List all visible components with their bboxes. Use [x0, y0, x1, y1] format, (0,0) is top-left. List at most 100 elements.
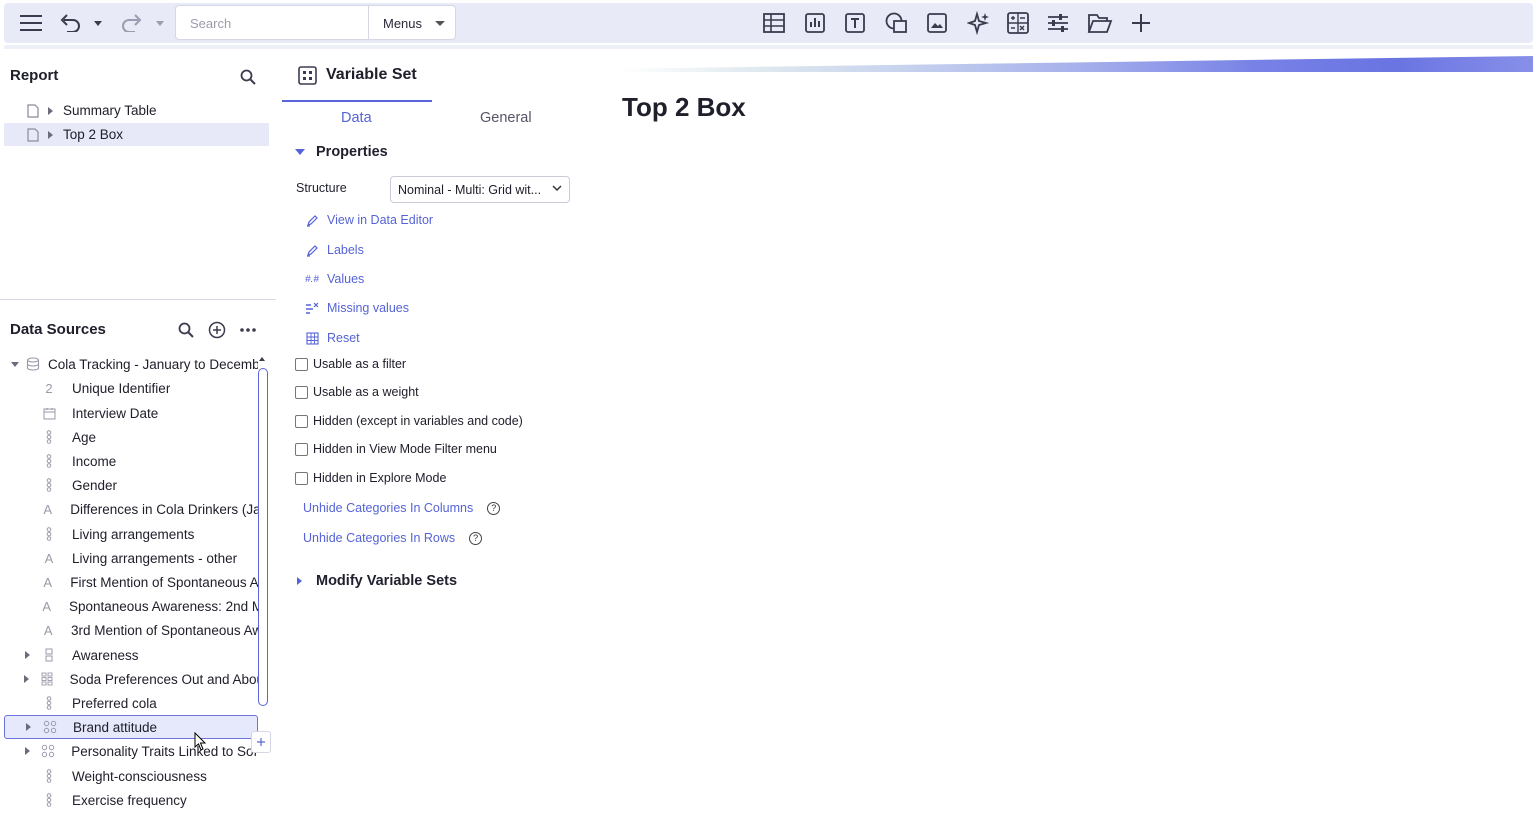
- nominal-variable-icon: [38, 527, 60, 541]
- values-link[interactable]: #.# Values: [302, 269, 364, 289]
- tab-general[interactable]: General: [480, 110, 532, 126]
- data-source-item[interactable]: Gender: [4, 473, 258, 497]
- expand-chevron-right-icon[interactable]: [48, 130, 53, 139]
- search-input[interactable]: Search: [175, 5, 369, 40]
- unhide-categories-rows-link[interactable]: Unhide Categories In Rows ?: [303, 528, 483, 548]
- data-source-item[interactable]: A Spontaneous Awareness: 2nd Me: [4, 594, 258, 618]
- checkbox[interactable]: [295, 471, 308, 485]
- data-source-item[interactable]: Income: [4, 449, 258, 473]
- scrollbar[interactable]: [258, 368, 268, 706]
- data-source-item[interactable]: A Differences in Cola Drinkers (Jar: [4, 497, 258, 521]
- more-options-icon[interactable]: [238, 320, 258, 340]
- data-source-item[interactable]: Exercise frequency: [4, 788, 258, 812]
- checkbox-label: Usable as a filter: [313, 357, 407, 371]
- page-title: Top 2 Box: [622, 92, 746, 122]
- shapes-icon[interactable]: [884, 11, 910, 35]
- menus-dropdown[interactable]: Menus: [368, 5, 456, 40]
- structure-select[interactable]: Nominal - Multi: Grid wit...: [390, 176, 570, 203]
- text-icon[interactable]: [843, 11, 867, 35]
- redo-dropdown-chevron-down-icon[interactable]: [154, 17, 166, 29]
- data-source-item[interactable]: A 3rd Mention of Spontaneous Aw: [4, 618, 258, 642]
- labels-link[interactable]: Labels: [302, 240, 364, 260]
- data-source-item[interactable]: Living arrangements: [4, 522, 258, 546]
- properties-section-header[interactable]: Properties: [295, 144, 388, 160]
- data-source-item-label: Gender: [72, 477, 118, 493]
- data-source-item[interactable]: Preferred cola: [4, 691, 258, 715]
- data-source-item[interactable]: Weight-consciousness: [4, 764, 258, 788]
- report-item-summary-table[interactable]: Summary Table: [4, 99, 269, 122]
- data-sources-search-icon[interactable]: [176, 320, 196, 340]
- chart-icon[interactable]: [803, 11, 827, 35]
- image-icon[interactable]: [925, 11, 949, 35]
- report-item-label: Top 2 Box: [63, 127, 124, 142]
- expand-chevron-right-icon[interactable]: [4, 747, 38, 755]
- report-item-top-2-box[interactable]: Top 2 Box: [4, 123, 269, 146]
- scroll-up-caret-icon[interactable]: [259, 357, 265, 361]
- properties-title: Properties: [316, 144, 388, 160]
- binary-grid-icon: [37, 672, 58, 686]
- view-in-data-editor-link[interactable]: View in Data Editor: [302, 210, 433, 230]
- add-data-source-icon[interactable]: [206, 319, 228, 341]
- data-source-root[interactable]: Cola Tracking - January to Decemb: [4, 352, 258, 376]
- hamburger-icon[interactable]: [18, 12, 44, 34]
- checkbox[interactable]: [295, 442, 308, 456]
- data-sources-tree: Cola Tracking - January to Decemb 2 Uniqu…: [4, 352, 258, 816]
- hidden-except-variables-checkbox[interactable]: Hidden (except in variables and code): [295, 412, 523, 430]
- data-source-item[interactable]: Awareness: [4, 643, 258, 667]
- modify-variable-sets-header[interactable]: Modify Variable Sets: [297, 573, 457, 589]
- modify-variable-sets-title: Modify Variable Sets: [316, 573, 458, 589]
- calculation-icon[interactable]: [1006, 11, 1030, 35]
- text-variable-icon: A: [44, 550, 54, 566]
- data-source-item[interactable]: Brand attitude: [4, 715, 258, 739]
- structure-label: Structure: [296, 181, 347, 195]
- expand-chevron-right-icon[interactable]: [48, 106, 53, 115]
- usable-as-filter-checkbox[interactable]: Usable as a filter: [295, 355, 406, 373]
- open-folder-icon[interactable]: [1086, 11, 1114, 35]
- data-source-item-label: Interview Date: [72, 405, 159, 421]
- data-source-item[interactable]: Soda Preferences Out and About: [4, 667, 258, 691]
- table-icon[interactable]: [762, 11, 786, 35]
- filter-sliders-icon[interactable]: [1046, 11, 1070, 35]
- help-icon[interactable]: ?: [469, 531, 483, 545]
- data-source-item[interactable]: Personality Traits Linked to Soft: [4, 739, 258, 763]
- data-source-item[interactable]: 2 Unique Identifier: [4, 376, 258, 400]
- checkbox[interactable]: [295, 385, 308, 399]
- sparkle-icon[interactable]: [966, 11, 992, 35]
- checkbox[interactable]: [295, 414, 308, 428]
- reset-link[interactable]: Reset: [302, 328, 360, 348]
- menus-label: Menus: [383, 16, 423, 31]
- hidden-in-view-mode-filter-checkbox[interactable]: Hidden in View Mode Filter menu: [295, 440, 497, 458]
- data-source-item[interactable]: A First Mention of Spontaneous Av: [4, 570, 258, 594]
- expand-chevron-right-icon[interactable]: [4, 651, 38, 659]
- link-label: Unhide Categories In Rows: [303, 531, 456, 545]
- missing-values-link[interactable]: Missing values: [302, 298, 409, 318]
- expand-chevron-right-icon[interactable]: [4, 675, 37, 683]
- help-icon[interactable]: ?: [487, 501, 501, 515]
- insert-plus-icon[interactable]: [251, 731, 271, 753]
- undo-dropdown-chevron-down-icon[interactable]: [92, 17, 104, 29]
- page-icon: [27, 127, 39, 142]
- checkbox-label: Hidden in Explore Mode: [313, 471, 447, 485]
- report-item-label: Summary Table: [63, 103, 157, 118]
- tab-data[interactable]: Data: [341, 110, 372, 126]
- data-source-item-label: Exercise frequency: [72, 792, 187, 808]
- variable-set-title: Variable Set: [326, 66, 417, 83]
- data-source-item[interactable]: Age: [4, 425, 258, 449]
- checkbox[interactable]: [295, 357, 308, 371]
- expand-chevron-right-icon[interactable]: [5, 723, 39, 731]
- data-source-item-label: Awareness: [72, 647, 139, 663]
- calendar-icon: [38, 407, 60, 420]
- unhide-categories-columns-link[interactable]: Unhide Categories In Columns ?: [303, 498, 501, 518]
- chevron-down-icon: [552, 185, 562, 192]
- collapse-chevron-down-icon[interactable]: [11, 361, 19, 367]
- data-source-item[interactable]: A Living arrangements - other: [4, 546, 258, 570]
- panel-divider[interactable]: [0, 299, 276, 300]
- report-search-icon[interactable]: [238, 67, 258, 87]
- report-panel-title: Report: [10, 67, 59, 84]
- redo-icon[interactable]: [120, 12, 144, 34]
- plus-icon[interactable]: [1130, 11, 1152, 35]
- usable-as-weight-checkbox[interactable]: Usable as a weight: [295, 383, 419, 401]
- hidden-in-explore-mode-checkbox[interactable]: Hidden in Explore Mode: [295, 469, 446, 487]
- undo-icon[interactable]: [58, 12, 82, 34]
- data-source-item[interactable]: Interview Date: [4, 401, 258, 425]
